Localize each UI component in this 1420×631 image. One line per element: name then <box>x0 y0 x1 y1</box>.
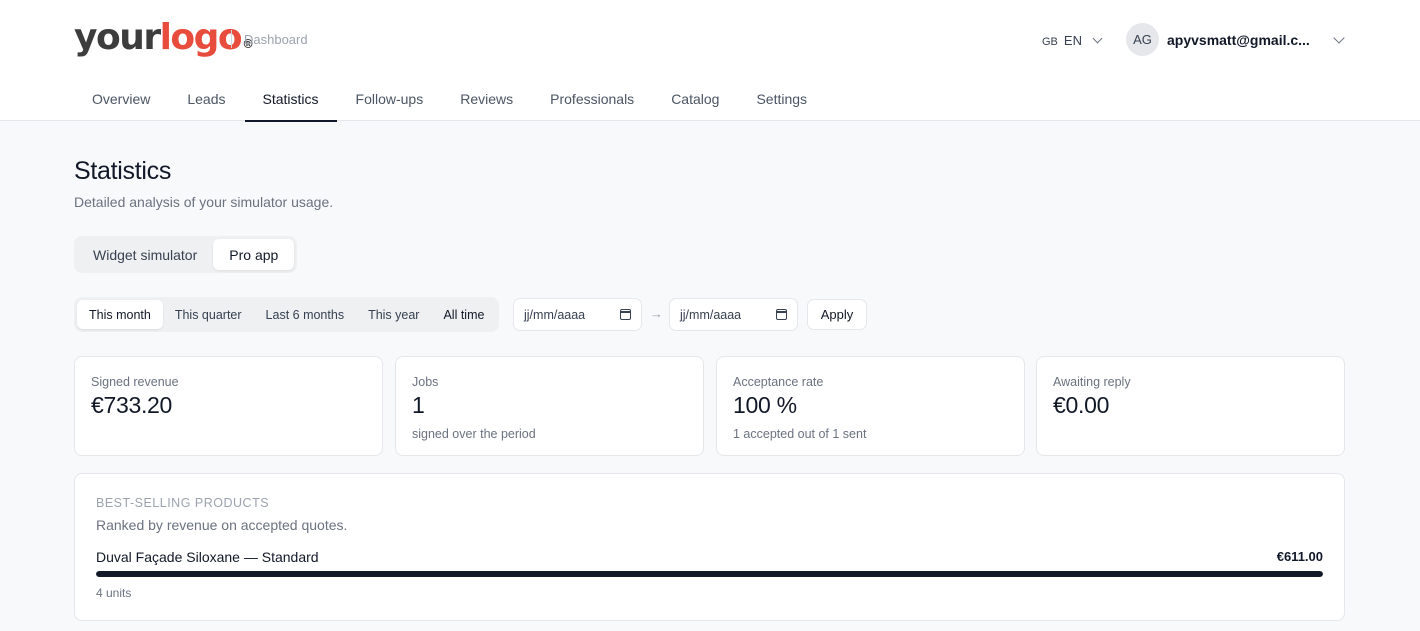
logo-word-logo: logo <box>159 17 243 58</box>
tab-statistics[interactable]: Statistics <box>244 78 337 122</box>
logo-divider <box>231 30 232 48</box>
best-selling-products-panel: BEST-SELLING PRODUCTS Ranked by revenue … <box>74 473 1345 621</box>
date-to-input[interactable]: jj/mm/aaaa <box>669 298 798 331</box>
date-to-placeholder: jj/mm/aaaa <box>680 307 742 322</box>
list-item: Duval Façade Siloxane — Standard €611.00 <box>96 549 1323 565</box>
section-title: BEST-SELLING PRODUCTS <box>96 496 270 510</box>
tab-catalog[interactable]: Catalog <box>653 78 737 121</box>
kpi-awaiting-reply: Awaiting reply €0.00 <box>1036 356 1345 456</box>
source-pro-app[interactable]: Pro app <box>213 239 295 270</box>
source-toggle: Widget simulator Pro app <box>74 236 298 273</box>
apply-button[interactable]: Apply <box>807 299 867 330</box>
user-email: apyvsmatt@gmail.c... <box>1167 31 1310 48</box>
kpi-value: 100 % <box>733 392 797 418</box>
kpi-label: Jobs <box>412 375 439 389</box>
product-units: 4 units <box>96 586 132 600</box>
period-selector: This month This quarter Last 6 months Th… <box>74 297 500 332</box>
date-from-placeholder: jj/mm/aaaa <box>524 307 586 322</box>
kpi-value: €733.20 <box>91 392 173 418</box>
tab-reviews[interactable]: Reviews <box>442 78 531 121</box>
top-bar: yourlogo® Dashboard GB EN AG apyvsmatt@g… <box>0 0 1420 122</box>
language-code: EN <box>1063 32 1082 48</box>
logo-word-your: your <box>74 17 161 58</box>
language-selector[interactable]: GB EN <box>1042 32 1103 48</box>
kpi-value: 1 <box>412 392 425 418</box>
tab-professionals[interactable]: Professionals <box>532 78 652 121</box>
source-widget-simulator[interactable]: Widget simulator <box>77 239 213 270</box>
tab-leads[interactable]: Leads <box>169 78 243 121</box>
product-name: Duval Façade Siloxane — Standard <box>96 549 319 565</box>
tab-follow-ups[interactable]: Follow-ups <box>338 78 442 121</box>
kpi-sub: signed over the period <box>412 427 536 441</box>
product-amount: €611.00 <box>1276 549 1323 564</box>
kpi-label: Acceptance rate <box>733 375 824 389</box>
kpi-acceptance-rate: Acceptance rate 100 % 1 accepted out of … <box>716 356 1025 456</box>
period-this-month[interactable]: This month <box>77 300 163 329</box>
kpi-jobs: Jobs 1 signed over the period <box>395 356 704 456</box>
period-this-year[interactable]: This year <box>356 300 431 329</box>
tab-overview[interactable]: Overview <box>74 78 168 121</box>
kpi-label: Awaiting reply <box>1053 375 1131 389</box>
period-all-time[interactable]: All time <box>431 300 496 329</box>
logo[interactable]: yourlogo® <box>74 18 254 58</box>
user-menu[interactable]: AG apyvsmatt@gmail.c... <box>1126 23 1345 56</box>
avatar: AG <box>1126 23 1159 56</box>
page-subtitle: Detailed analysis of your simulator usag… <box>74 194 334 210</box>
kpi-signed-revenue: Signed revenue €733.20 <box>74 356 383 456</box>
flag-icon: GB <box>1042 36 1058 48</box>
main-nav: Overview Leads Statistics Follow-ups Rev… <box>74 78 825 122</box>
section-subtitle: Ranked by revenue on accepted quotes. <box>96 517 348 533</box>
tab-settings[interactable]: Settings <box>738 78 825 121</box>
revenue-bar-fill <box>96 571 1323 577</box>
period-this-quarter[interactable]: This quarter <box>163 300 254 329</box>
chevron-down-icon <box>1092 33 1103 43</box>
kpi-label: Signed revenue <box>91 375 179 389</box>
calendar-icon[interactable] <box>620 309 631 320</box>
date-from-input[interactable]: jj/mm/aaaa <box>513 298 642 331</box>
section-label: Dashboard <box>244 32 308 47</box>
page-title: Statistics <box>74 157 172 185</box>
period-last-6-months[interactable]: Last 6 months <box>254 300 357 329</box>
kpi-sub: 1 accepted out of 1 sent <box>733 427 867 441</box>
chevron-down-icon <box>1333 31 1345 44</box>
revenue-bar-track <box>96 571 1323 577</box>
arrow-right-icon: → <box>650 306 663 321</box>
calendar-icon[interactable] <box>776 309 787 320</box>
kpi-value: €0.00 <box>1053 392 1110 418</box>
